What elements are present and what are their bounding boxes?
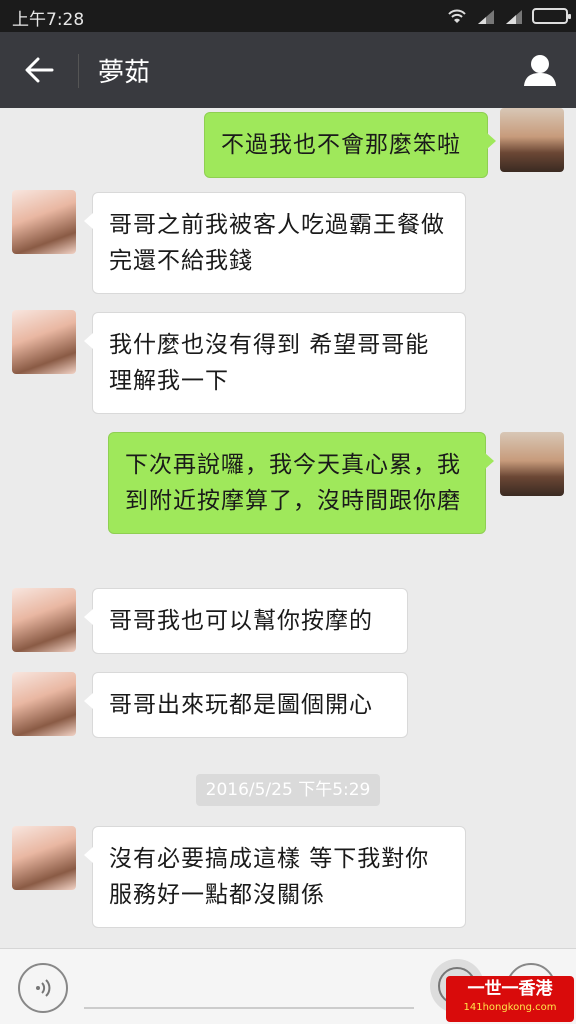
message-text: 下次再說囉，我今天真心累，我到附近按摩算了，沒時間跟你磨: [125, 452, 461, 514]
voice-icon: [36, 979, 51, 997]
watermark-logo: 一世一香港 141hongkong.com: [446, 976, 574, 1022]
avatar-user[interactable]: [500, 432, 564, 496]
chat-title: 夢茹: [98, 58, 151, 88]
avatar-contact[interactable]: [12, 190, 76, 254]
wifi-icon: [448, 9, 466, 23]
message-text: 哥哥我也可以幫你按摩的: [109, 608, 373, 634]
avatar-contact[interactable]: [12, 826, 76, 890]
voice-button[interactable]: [18, 963, 68, 1013]
avatar-contact[interactable]: [12, 672, 76, 736]
avatar-contact[interactable]: [12, 310, 76, 374]
message-bubble-received[interactable]: 沒有必要搞成這樣 等下我對你服務好一點都沒關係: [84, 826, 466, 928]
watermark-sub: 141hongkong.com: [463, 1002, 557, 1013]
profile-button[interactable]: [520, 50, 560, 90]
watermark-main: 一世一香港: [467, 979, 553, 999]
chat-header: 夢茹: [0, 32, 576, 108]
status-bar: 上午7:28: [0, 0, 576, 32]
message-text: 哥哥出來玩都是圖個開心: [109, 692, 373, 718]
message-bubble-sent[interactable]: 下次再說囉，我今天真心累，我到附近按摩算了，沒時間跟你磨: [108, 432, 494, 534]
status-time: 上午7:28: [12, 10, 85, 30]
message-text: 沒有必要搞成這樣 等下我對你服務好一點都沒關係: [109, 846, 430, 908]
message-text: 我什麼也沒有得到 希望哥哥能理解我一下: [109, 332, 430, 394]
message-text: 哥哥之前我被客人吃過霸王餐做完還不給我錢: [109, 212, 445, 274]
message-bubble-sent[interactable]: 不過我也不會那麼笨啦: [204, 112, 496, 178]
battery-icon: [532, 8, 571, 24]
back-button[interactable]: [14, 48, 64, 92]
header-divider: [78, 54, 79, 88]
message-bubble-received[interactable]: 哥哥出來玩都是圖個開心: [84, 672, 408, 738]
back-arrow-icon: [25, 57, 54, 83]
avatar-user[interactable]: [500, 108, 564, 172]
profile-icon: [524, 55, 556, 86]
chat-timestamp: 2016/5/25 下午5:29: [196, 774, 380, 806]
signal-icon: [506, 10, 522, 24]
signal-icon: [478, 10, 494, 24]
message-bubble-received[interactable]: 哥哥我也可以幫你按摩的: [84, 588, 408, 654]
chat-area[interactable]: 不過我也不會那麼笨啦 哥哥之前我被客人吃過霸王餐做完還不給我錢 我什麼也沒有得到…: [0, 108, 576, 948]
message-bubble-received[interactable]: 哥哥之前我被客人吃過霸王餐做完還不給我錢: [84, 192, 466, 294]
message-bubble-received[interactable]: 我什麼也沒有得到 希望哥哥能理解我一下: [84, 312, 466, 414]
avatar-contact[interactable]: [12, 588, 76, 652]
status-icons: [446, 7, 571, 25]
message-input[interactable]: [84, 969, 414, 1009]
message-text: 不過我也不會那麼笨啦: [221, 132, 461, 158]
